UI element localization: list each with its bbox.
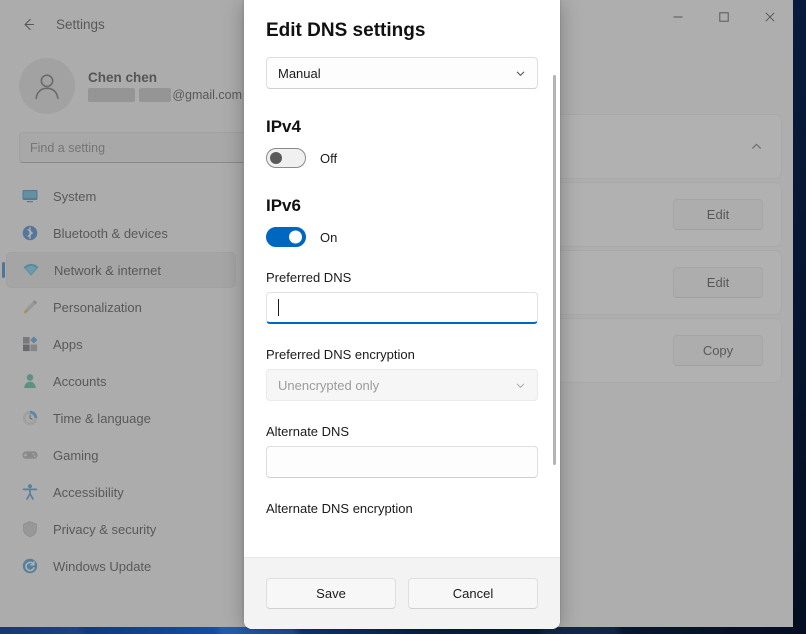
save-button[interactable]: Save — [266, 578, 396, 609]
sidebar-item-label: Bluetooth & devices — [53, 226, 168, 241]
account-person-icon — [20, 372, 39, 391]
bluetooth-icon — [20, 224, 39, 243]
shield-icon — [20, 520, 39, 539]
chevron-down-icon — [515, 380, 526, 391]
window-controls — [655, 0, 793, 33]
minimize-button[interactable] — [655, 0, 701, 33]
sidebar-item-label: Windows Update — [53, 559, 151, 574]
sidebar-item-windows-update[interactable]: Windows Update — [6, 548, 236, 584]
sidebar-item-label: Network & internet — [54, 263, 161, 278]
ipv4-heading: IPv4 — [266, 117, 538, 137]
preferred-dns-label: Preferred DNS — [266, 270, 538, 285]
avatar — [19, 58, 75, 114]
preferred-dns-encryption-label: Preferred DNS encryption — [266, 347, 538, 362]
sidebar-item-privacy-security[interactable]: Privacy & security — [6, 511, 236, 547]
redacted-email-block — [88, 88, 135, 102]
sidebar-item-label: Accounts — [53, 374, 106, 389]
email-domain: @gmail.com — [172, 88, 242, 102]
clock-globe-icon — [20, 409, 39, 428]
sidebar-item-label: Accessibility — [53, 485, 124, 500]
monitor-icon — [20, 187, 39, 206]
dialog-footer: Save Cancel — [244, 557, 560, 629]
back-arrow-icon — [20, 16, 37, 33]
person-avatar-icon — [30, 69, 64, 103]
dialog-body: Edit DNS settings Manual IPv4 Off IPv6 O… — [244, 0, 560, 557]
paintbrush-icon — [20, 298, 39, 317]
ipv4-toggle[interactable] — [266, 148, 306, 168]
sidebar-item-gaming[interactable]: Gaming — [6, 437, 236, 473]
sidebar-item-time-language[interactable]: Time & language — [6, 400, 236, 436]
copy-button[interactable]: Copy — [673, 335, 763, 366]
ipv6-toggle-label: On — [320, 230, 337, 245]
sidebar-item-label: Personalization — [53, 300, 142, 315]
ipv6-heading: IPv6 — [266, 196, 538, 216]
sidebar-item-accounts[interactable]: Accounts — [6, 363, 236, 399]
cancel-button[interactable]: Cancel — [408, 578, 538, 609]
ipv6-toggle[interactable] — [266, 227, 306, 247]
sidebar-item-label: Privacy & security — [53, 522, 156, 537]
preferred-dns-encryption-value: Unencrypted only — [278, 378, 379, 393]
sidebar-item-accessibility[interactable]: Accessibility — [6, 474, 236, 510]
preferred-dns-encryption-dropdown[interactable]: Unencrypted only — [266, 369, 538, 401]
apps-grid-icon — [20, 335, 39, 354]
ipv6-toggle-row: On — [266, 227, 538, 247]
back-button[interactable] — [14, 10, 42, 38]
dialog-title: Edit DNS settings — [266, 20, 538, 42]
redacted-email-block — [139, 88, 171, 102]
profile-email: @gmail.com — [88, 88, 242, 102]
wifi-icon — [21, 261, 40, 280]
sidebar-item-bluetooth-devices[interactable]: Bluetooth & devices — [6, 215, 236, 251]
sidebar: Settings Chen chen @gmail.com — [0, 0, 243, 627]
close-icon — [764, 11, 776, 23]
dns-assignment-mode-dropdown[interactable]: Manual — [266, 57, 538, 89]
dialog-scrollbar[interactable] — [553, 75, 556, 465]
update-refresh-icon — [20, 557, 39, 576]
ipv4-toggle-label: Off — [320, 151, 337, 166]
search-wrap — [0, 124, 242, 173]
sidebar-item-network-internet[interactable]: Network & internet — [6, 252, 236, 288]
sidebar-item-system[interactable]: System — [6, 178, 236, 214]
alternate-dns-encryption-label: Alternate DNS encryption — [266, 501, 538, 516]
sidebar-item-label: Time & language — [53, 411, 151, 426]
ipv4-toggle-row: Off — [266, 148, 538, 168]
search-box[interactable] — [19, 132, 271, 163]
chevron-up-icon — [750, 140, 763, 153]
sidebar-item-label: Apps — [53, 337, 83, 352]
gamepad-icon — [20, 446, 39, 465]
chevron-down-icon — [515, 68, 526, 79]
maximize-icon — [718, 11, 730, 23]
sidebar-navigation: System Bluetooth & devices Network & int… — [0, 173, 242, 584]
user-profile[interactable]: Chen chen @gmail.com — [0, 48, 242, 124]
accessibility-person-icon — [20, 483, 39, 502]
text-caret — [278, 299, 279, 316]
sidebar-titlebar: Settings — [0, 0, 242, 48]
toggle-knob — [289, 231, 302, 244]
profile-name: Chen chen — [88, 70, 242, 85]
app-title: Settings — [56, 17, 105, 32]
edit-button[interactable]: Edit — [673, 267, 763, 298]
sidebar-item-label: Gaming — [53, 448, 99, 463]
search-input[interactable] — [30, 141, 260, 155]
maximize-button[interactable] — [701, 0, 747, 33]
edit-button[interactable]: Edit — [673, 199, 763, 230]
minimize-icon — [672, 11, 684, 23]
toggle-knob — [270, 152, 282, 164]
alternate-dns-input[interactable] — [266, 446, 538, 478]
close-button[interactable] — [747, 0, 793, 33]
preferred-dns-input[interactable] — [266, 292, 538, 324]
edit-dns-settings-dialog: Edit DNS settings Manual IPv4 Off IPv6 O… — [244, 0, 560, 629]
alternate-dns-label: Alternate DNS — [266, 424, 538, 439]
sidebar-item-apps[interactable]: Apps — [6, 326, 236, 362]
sidebar-item-label: System — [53, 189, 96, 204]
dns-assignment-mode-value: Manual — [278, 66, 321, 81]
sidebar-item-personalization[interactable]: Personalization — [6, 289, 236, 325]
